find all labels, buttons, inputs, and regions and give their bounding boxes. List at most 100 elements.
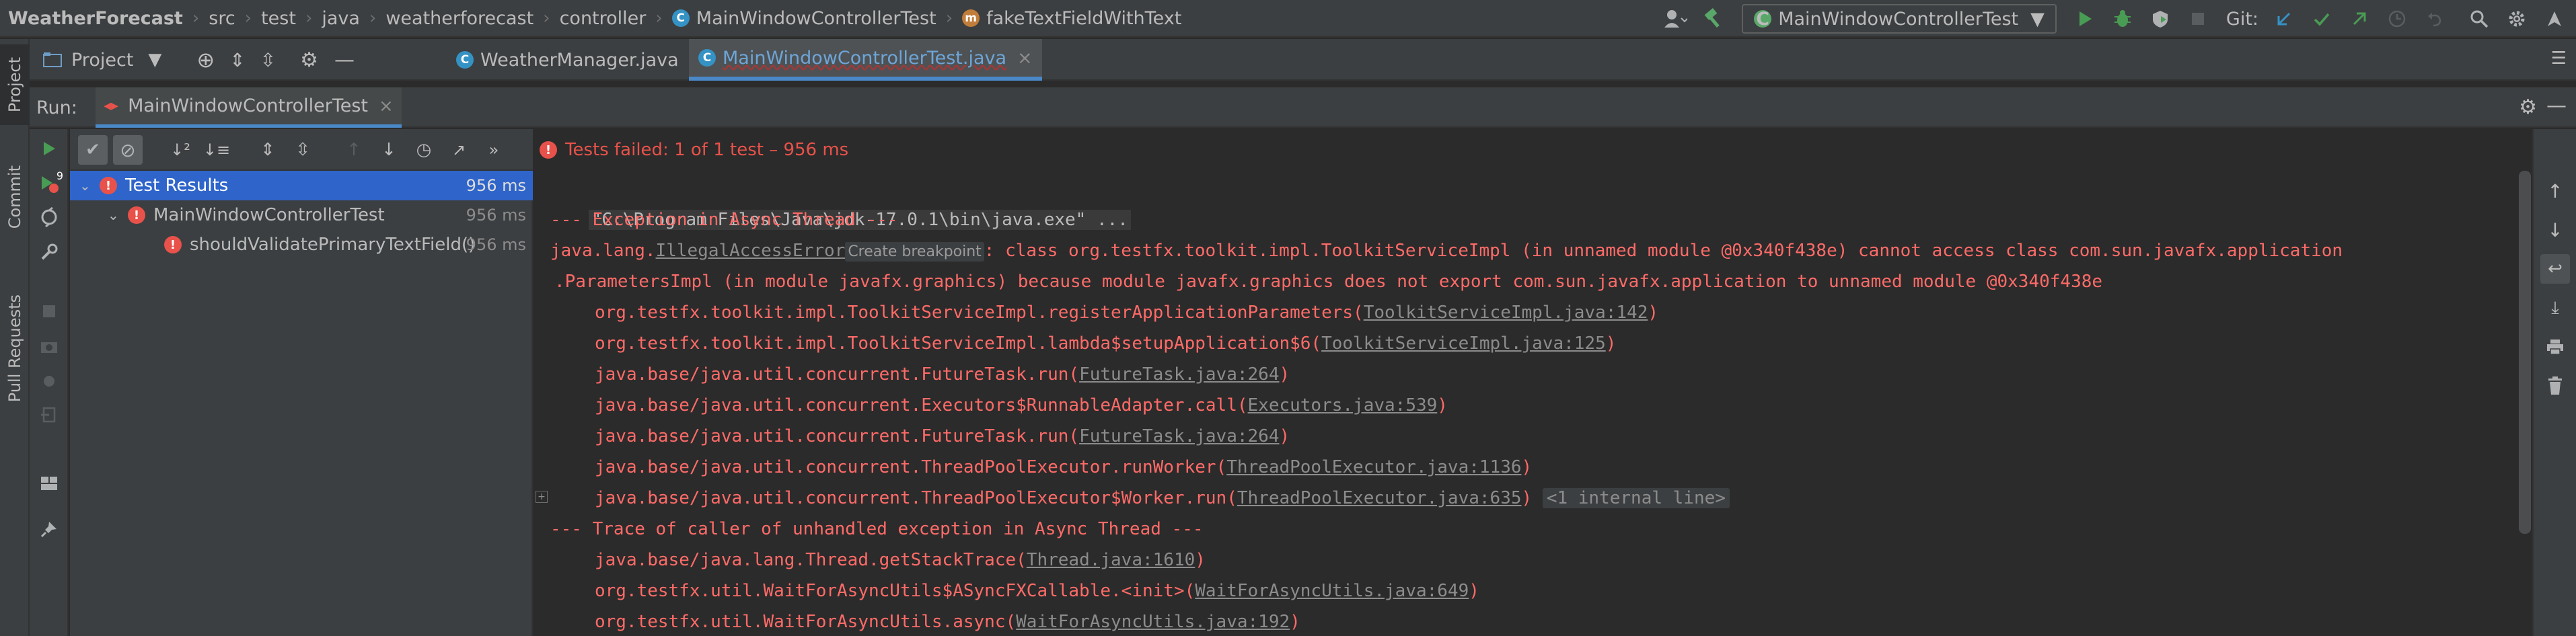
show-ignored-icon[interactable]: ⊘ xyxy=(113,135,143,165)
source-link[interactable]: ToolkitServiceImpl.java:125 xyxy=(1321,333,1606,354)
jetbrains-logo-icon[interactable] xyxy=(2540,4,2569,34)
fold-expand-icon[interactable]: + xyxy=(536,491,548,503)
breadcrumb-item-java[interactable]: java xyxy=(322,8,360,29)
scroll-up-arrow-icon[interactable]: ↑ xyxy=(2540,176,2570,206)
collapse-all-icon[interactable]: ⇳ xyxy=(288,135,318,165)
coverage-icon[interactable] xyxy=(2145,4,2175,34)
soft-wrap-icon[interactable]: ↩ xyxy=(2540,254,2570,284)
history-icon[interactable] xyxy=(2382,4,2412,34)
tree-node-test-class[interactable]: ⌄ ! MainWindowControllerTest 956 ms xyxy=(70,200,533,230)
export-results-icon[interactable]: ↗ xyxy=(444,135,474,165)
error-message: : class org.testfx.toolkit.impl.ToolkitS… xyxy=(984,241,2343,261)
debug-icon[interactable] xyxy=(2108,4,2137,34)
error-class-link[interactable]: IllegalAccessError xyxy=(656,241,846,261)
test-history-clock-icon[interactable]: ◷ xyxy=(409,135,439,165)
show-passed-check-icon[interactable]: ✔ xyxy=(78,135,108,165)
source-link[interactable]: Executors.java:539 xyxy=(1248,395,1438,415)
settings-gear-icon[interactable]: ⚙ xyxy=(2519,95,2537,119)
commit-tool-button[interactable]: Commit xyxy=(0,153,30,241)
console-side-toolbar: ↑ ↓ ↩ ⤓ xyxy=(2532,129,2576,636)
git-commit-icon[interactable] xyxy=(2307,4,2336,34)
rerun-icon[interactable] xyxy=(35,134,63,163)
collapse-all-icon[interactable]: ⇳ xyxy=(260,49,276,71)
project-view-selector[interactable]: Project ▼ ⊕ ⇕ ⇳ ⚙ — xyxy=(43,39,355,81)
git-update-icon[interactable] xyxy=(2269,4,2299,34)
editor-tab-bar: Project ▼ ⊕ ⇕ ⇳ ⚙ — C WeatherManager.jav… xyxy=(30,39,2576,81)
source-link[interactable]: WaitForAsyncUtils.java:649 xyxy=(1195,581,1469,601)
main-toolbar: C MainWindowControllerTest ▼ Git: xyxy=(1657,0,2576,38)
more-chevron-icon[interactable]: » xyxy=(479,135,509,165)
scroll-down-arrow-icon[interactable]: ↓ xyxy=(2540,215,2570,245)
project-tool-button[interactable]: Project xyxy=(0,44,30,125)
tree-node-time: 956 ms xyxy=(466,235,526,254)
source-link[interactable]: ToolkitServiceImpl.java:142 xyxy=(1364,303,1648,323)
hide-minus-icon[interactable]: — xyxy=(2546,94,2567,118)
hide-minus-icon[interactable]: — xyxy=(334,48,355,72)
close-icon[interactable]: × xyxy=(1017,48,1033,69)
pull-requests-tool-button[interactable]: Pull Requests xyxy=(0,268,30,429)
tab-label: WeatherManager.java xyxy=(480,49,679,71)
scroll-to-end-icon[interactable]: ⤓ xyxy=(2540,293,2570,323)
exit-icon[interactable] xyxy=(35,401,63,429)
tab-main-window-controller-test[interactable]: C MainWindowControllerTest.java × xyxy=(689,39,1042,81)
toggle-auto-test-icon[interactable] xyxy=(35,203,63,231)
build-hammer-icon[interactable] xyxy=(1699,4,1728,34)
expand-all-icon[interactable]: ⇕ xyxy=(253,135,283,165)
print-icon[interactable] xyxy=(2540,332,2570,362)
sort-by-duration-icon[interactable]: ↓≡ xyxy=(202,135,231,165)
run-tab[interactable]: ◂▸ MainWindowControllerTest × xyxy=(96,87,402,128)
source-link[interactable]: ThreadPoolExecutor.java:635 xyxy=(1237,488,1522,508)
breadcrumb-item-class[interactable]: C MainWindowControllerTest xyxy=(671,8,936,29)
run-configuration-select[interactable]: C MainWindowControllerTest ▼ xyxy=(1742,4,2057,34)
sort-alphabetically-icon[interactable]: ↓² xyxy=(165,135,195,165)
chevron-down-icon[interactable]: ⌄ xyxy=(108,207,128,223)
close-icon[interactable]: × xyxy=(379,96,394,116)
tree-node-test-method[interactable]: ! shouldValidatePrimaryTextField() 956 m… xyxy=(70,230,533,260)
editor-options-icon[interactable]: ☰ xyxy=(2551,48,2567,69)
stop-icon[interactable] xyxy=(35,297,63,325)
trash-icon[interactable] xyxy=(2540,371,2570,401)
console-scrollbar[interactable] xyxy=(2519,171,2531,534)
previous-failed-icon[interactable]: ↑ xyxy=(339,135,369,165)
locate-crosshair-icon[interactable]: ⊕ xyxy=(196,47,215,73)
console-output[interactable]: "C:\Program Files\Java\jdk-17.0.1\bin\ja… xyxy=(534,171,2519,636)
rollback-icon[interactable] xyxy=(2420,4,2450,34)
breadcrumb-item-src[interactable]: src xyxy=(209,8,235,29)
source-link[interactable]: FutureTask.java:264 xyxy=(1079,426,1279,446)
pin-icon[interactable] xyxy=(35,515,63,543)
user-icon[interactable] xyxy=(1661,4,1691,34)
camera-icon[interactable] xyxy=(35,332,63,360)
wrench-icon[interactable] xyxy=(35,238,63,266)
settings-gear-icon[interactable] xyxy=(2502,4,2532,34)
layout-icon[interactable] xyxy=(35,469,63,498)
breadcrumb-item-method[interactable]: m fakeTextFieldWithText xyxy=(962,8,1181,29)
stop-icon[interactable] xyxy=(2183,4,2213,34)
breadcrumb-item-test[interactable]: test xyxy=(261,8,296,29)
run-icon[interactable] xyxy=(2070,4,2100,34)
pull-requests-tool-label: Pull Requests xyxy=(5,294,24,403)
debug-settings-icon[interactable] xyxy=(35,367,63,395)
breadcrumb: WeatherForecast › src › test › java › we… xyxy=(0,0,1181,37)
source-link[interactable]: FutureTask.java:264 xyxy=(1079,364,1279,385)
chevron-down-icon[interactable]: ⌄ xyxy=(79,177,100,194)
expand-all-icon[interactable]: ⇕ xyxy=(229,49,245,71)
breadcrumb-item-project[interactable]: WeatherForecast xyxy=(8,8,183,29)
git-push-icon[interactable] xyxy=(2345,4,2374,34)
tab-weather-manager[interactable]: C WeatherManager.java × xyxy=(447,39,714,81)
folded-internal-lines[interactable]: <1 internal line> xyxy=(1542,488,1730,508)
source-link[interactable]: ThreadPoolExecutor.java:1136 xyxy=(1226,457,1521,477)
source-link[interactable]: WaitForAsyncUtils.java:192 xyxy=(1016,612,1290,632)
search-icon[interactable] xyxy=(2464,4,2494,34)
breadcrumb-method-label: fakeTextFieldWithText xyxy=(986,7,1182,29)
tree-node-test-results[interactable]: ⌄ ! Test Results 956 ms xyxy=(70,171,533,200)
rerun-failed-icon[interactable]: 9 xyxy=(35,169,63,198)
settings-gear-icon[interactable]: ⚙ xyxy=(300,48,318,72)
error-prefix: java.lang. xyxy=(550,241,656,261)
next-failed-icon[interactable]: ↓ xyxy=(374,135,404,165)
source-link[interactable]: Thread.java:1610 xyxy=(1027,550,1195,570)
exception-line: java.lang.IllegalAccessError Create break… xyxy=(550,235,2343,266)
breadcrumb-item-controller[interactable]: controller xyxy=(560,8,647,29)
create-breakpoint-link[interactable]: Create breakpoint xyxy=(845,242,984,262)
breadcrumb-item-package[interactable]: weatherforecast xyxy=(385,8,533,29)
chevron-right-icon: › xyxy=(655,8,663,28)
